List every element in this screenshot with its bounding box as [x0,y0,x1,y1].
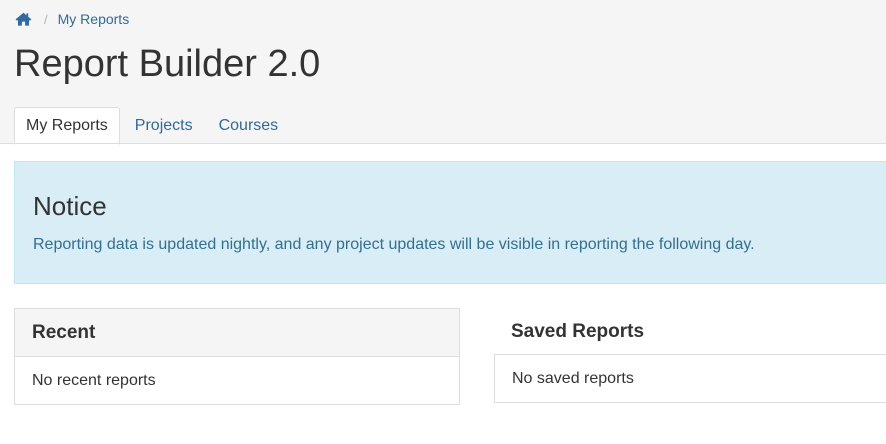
breadcrumb-separator: / [44,11,48,27]
saved-reports-heading: Saved Reports [511,321,645,342]
breadcrumb: / My Reports [14,9,129,29]
tab-bar: My Reports Projects Courses [14,107,293,145]
home-icon[interactable] [14,11,32,27]
tab-my-reports[interactable]: My Reports [14,107,120,145]
tab-divider [0,143,886,144]
page-title: Report Builder 2.0 [14,43,321,85]
notice-text: Reporting data is updated nightly, and a… [33,236,755,253]
notice-box: Notice Reporting data is updated nightly… [14,161,886,284]
recent-empty-text: No recent reports [32,371,156,389]
header-area: / My Reports Report Builder 2.0 My Repor… [0,0,886,145]
breadcrumb-my-reports-link[interactable]: My Reports [58,11,130,27]
tab-projects[interactable]: Projects [124,107,204,144]
recent-panel-heading: Recent [15,309,459,357]
tab-courses[interactable]: Courses [208,107,290,144]
notice-title: Notice [33,191,107,221]
saved-empty-text: No saved reports [512,369,634,387]
recent-panel: Recent No recent reports [14,308,460,405]
saved-reports-panel: No saved reports [494,354,886,403]
